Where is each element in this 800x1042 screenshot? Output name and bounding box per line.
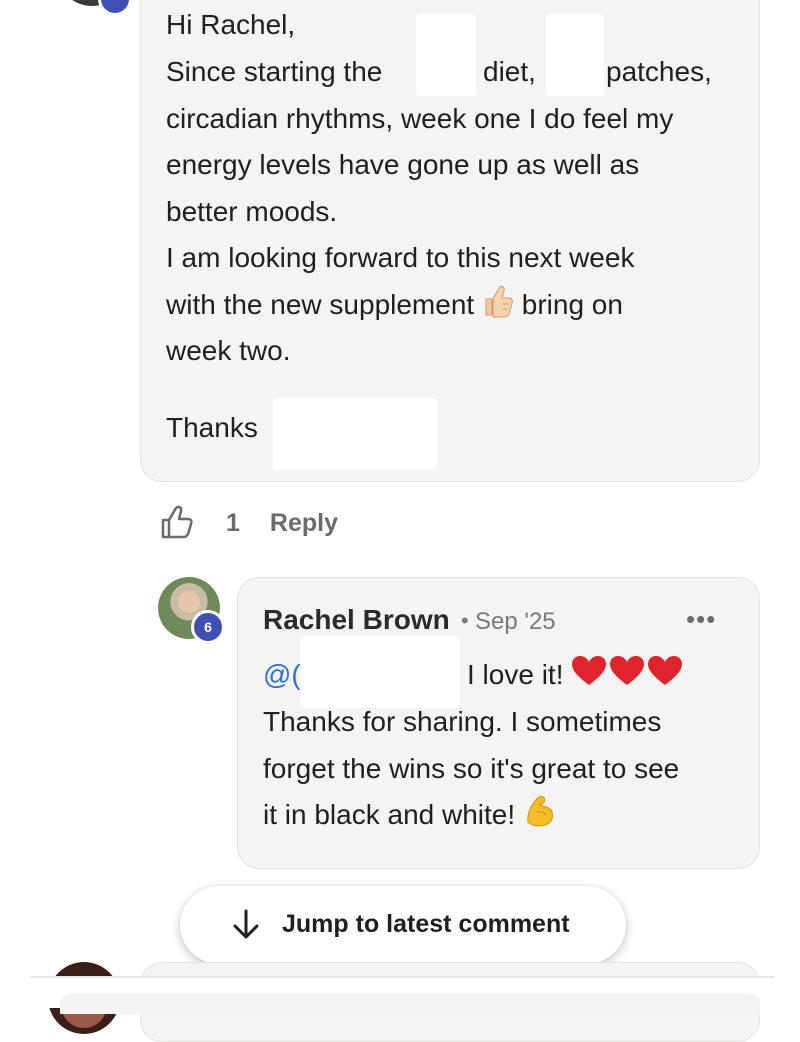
comment-line-2c: patches,	[606, 56, 712, 87]
reply-author-name[interactable]: Rachel Brown	[263, 604, 450, 636]
reply-level-badge: 6	[191, 610, 225, 644]
comment-line-7b: bring on	[521, 289, 623, 320]
comment-input[interactable]	[60, 994, 760, 1014]
comment-line-5: better moods.	[166, 196, 338, 227]
thumbs-up-emoji	[482, 284, 514, 332]
thumbs-up-outline-icon[interactable]	[160, 505, 196, 541]
comment-greeting: Hi Rachel,	[166, 9, 296, 40]
meta-separator: •	[461, 608, 469, 633]
reply-line-3: forget the wins so it's great to see	[263, 753, 680, 784]
reply-line-4: it in black and white!	[263, 791, 557, 842]
jump-to-latest-label: Jump to latest comment	[282, 910, 570, 938]
reply-button[interactable]: Reply	[270, 509, 338, 538]
jump-to-latest-button[interactable]: Jump to latest comment	[180, 886, 626, 964]
reply-line-4-text: it in black and white!	[263, 799, 516, 830]
reply-line-1: @(	[263, 651, 301, 698]
comment-line-2a: Since starting the	[166, 56, 383, 87]
reply-line-1-text: I love it!	[467, 659, 564, 690]
reply-line-1b: I love it!	[467, 651, 685, 702]
commenter-level-badge	[98, 0, 132, 16]
redacted-block	[416, 14, 476, 96]
comment-line-3: circadian rhythms, week one I do feel my	[166, 103, 674, 134]
comment-line-7a: with the new supplement	[166, 289, 475, 320]
redacted-block	[273, 398, 437, 470]
comment-line-8: week two.	[166, 335, 291, 366]
flexed-biceps-emoji	[523, 792, 557, 842]
like-count: 1	[226, 508, 240, 537]
comment-line-6: I am looking forward to this next week	[166, 242, 635, 273]
more-options-icon[interactable]: •••	[686, 604, 716, 635]
reply-date: Sep '25	[475, 608, 556, 635]
red-heart-emoji	[571, 654, 685, 702]
redacted-block	[546, 14, 604, 96]
mention-link[interactable]: @(	[263, 659, 301, 690]
comment-line-4: energy levels have gone up as well as	[166, 149, 640, 180]
reply-line-2: Thanks for sharing. I sometimes	[263, 706, 662, 737]
comment-line-7: with the new supplement bring on	[166, 281, 623, 332]
comment-closing: Thanks	[166, 412, 258, 443]
comment-line-2b: diet,	[483, 56, 536, 87]
arrow-down-icon	[233, 909, 259, 939]
comment-actions: 1 Reply	[160, 503, 338, 543]
